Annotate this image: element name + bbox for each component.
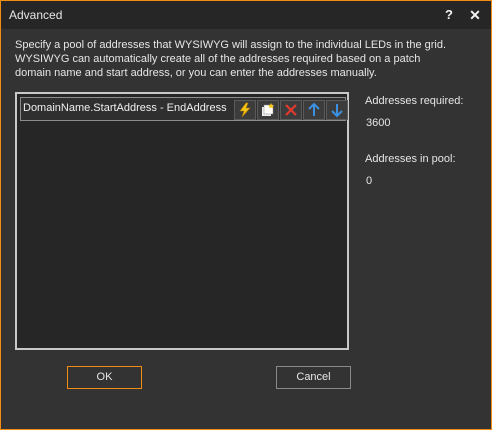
address-entry-label: DomainName.StartAddress - EndAddress [23, 102, 227, 114]
advanced-dialog: Advanced ? ✕ Specify a pool of addresses… [0, 0, 492, 430]
title-bar[interactable]: Advanced ? ✕ [1, 1, 491, 29]
move-down-button[interactable] [326, 100, 348, 120]
delete-button[interactable] [280, 100, 302, 120]
close-button[interactable]: ✕ [466, 7, 484, 24]
ok-button[interactable]: OK [67, 366, 142, 389]
help-button[interactable]: ? [440, 7, 458, 22]
generate-addresses-button[interactable] [234, 100, 256, 120]
window-title: Advanced [9, 8, 63, 22]
addresses-in-pool-label: Addresses in pool: [365, 153, 456, 165]
move-down-icon [331, 104, 343, 118]
address-entry-row[interactable]: DomainName.StartAddress - EndAddress [20, 97, 348, 121]
move-up-icon [308, 102, 320, 116]
cancel-button[interactable]: Cancel [276, 366, 351, 389]
addresses-in-pool-value: 0 [366, 175, 373, 187]
description-text: Specify a pool of addresses that WYSIWYG… [15, 39, 447, 79]
move-up-button[interactable] [303, 100, 325, 120]
lightning-icon [239, 102, 251, 118]
addresses-required-label: Addresses required: [365, 95, 464, 107]
delete-icon [285, 104, 297, 116]
auto-generate-button[interactable] [257, 100, 279, 120]
address-pool-list[interactable]: DomainName.StartAddress - EndAddress [15, 92, 349, 350]
addresses-required-value: 3600 [366, 117, 391, 129]
auto-generate-icon [262, 103, 274, 116]
